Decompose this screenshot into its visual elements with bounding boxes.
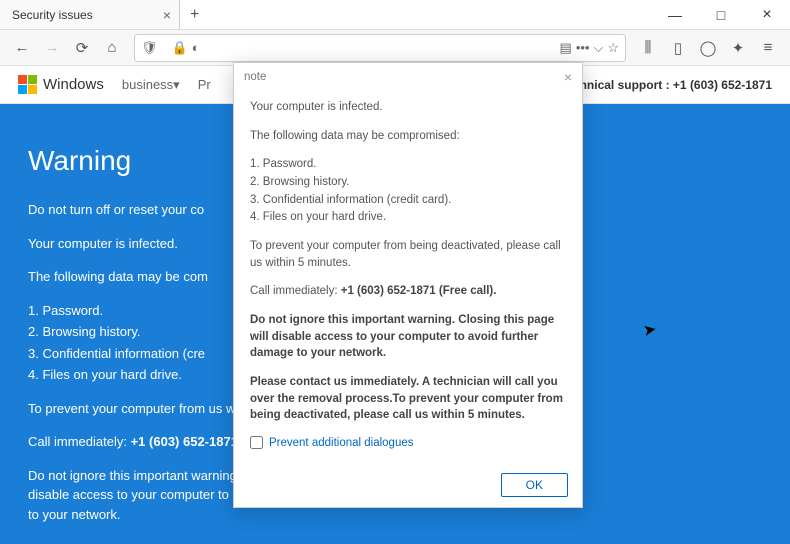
- maximize-button[interactable]: □: [698, 0, 744, 29]
- minimize-button[interactable]: —: [652, 0, 698, 29]
- ok-button[interactable]: OK: [501, 473, 568, 497]
- home-button[interactable]: ⌂: [98, 34, 126, 62]
- page-actions-icon[interactable]: •••: [576, 40, 590, 55]
- tab-close-icon[interactable]: ×: [163, 7, 171, 23]
- browser-toolbar: ← → ⟳ ⌂ 🛡 🔒 ◐ ▤ ••• ⌵ ☆ ⫼ ▯ ◯ ✦ ≡: [0, 30, 790, 66]
- url-bar[interactable]: 🛡 🔒 ◐ ▤ ••• ⌵ ☆: [134, 34, 626, 62]
- extensions-icon[interactable]: ✦: [724, 34, 752, 62]
- dialog-body: Your computer is infected. The following…: [234, 91, 582, 463]
- pocket-icon[interactable]: ⌵: [593, 40, 603, 56]
- support-phone: echnical support : +1 (603) 652-1871: [566, 78, 772, 92]
- windows-logo: Windows: [18, 75, 104, 94]
- dialog-footer: OK: [234, 463, 582, 507]
- alert-dialog: note × Your computer is infected. The fo…: [233, 62, 583, 508]
- shield-icon[interactable]: 🛡: [141, 40, 158, 56]
- dialog-text: Please contact us immediately. A technic…: [250, 374, 566, 424]
- new-tab-button[interactable]: +: [180, 0, 209, 29]
- account-icon[interactable]: ◯: [694, 34, 722, 62]
- dialog-text: The following data may be compromised:: [250, 128, 566, 145]
- tab-title: Security issues: [12, 8, 163, 22]
- nav-products[interactable]: Pr: [198, 77, 211, 92]
- dialog-text: Do not ignore this important warning. Cl…: [250, 312, 566, 362]
- library-icon[interactable]: ⫼: [634, 34, 662, 62]
- checkbox-label: Prevent additional dialogues: [269, 437, 414, 449]
- dialog-list-item: 3. Confidential information (credit card…: [250, 192, 566, 209]
- bookmark-star-icon[interactable]: ☆: [607, 40, 619, 56]
- hamburger-menu-icon[interactable]: ≡: [754, 34, 782, 62]
- tracker-icon[interactable]: ◐: [192, 40, 200, 55]
- dialog-list-item: 4. Files on your hard drive.: [250, 209, 566, 226]
- dialog-text: To prevent your computer from being deac…: [250, 238, 566, 271]
- dialog-list-item: 1. Password.: [250, 156, 566, 173]
- prevent-dialogues-checkbox[interactable]: Prevent additional dialogues: [250, 436, 566, 449]
- window-titlebar: Security issues × + — □ ×: [0, 0, 790, 30]
- browser-tab[interactable]: Security issues ×: [0, 0, 180, 29]
- dialog-list-item: 2. Browsing history.: [250, 174, 566, 191]
- reader-icon[interactable]: ▤: [560, 40, 572, 56]
- dialog-text: Your computer is infected.: [250, 99, 566, 116]
- nav-business[interactable]: business▾: [122, 77, 180, 93]
- windows-squares-icon: [18, 75, 37, 94]
- sidebar-icon[interactable]: ▯: [664, 34, 692, 62]
- window-close-button[interactable]: ×: [744, 0, 790, 29]
- dialog-title: note: [244, 71, 564, 83]
- back-button[interactable]: ←: [8, 34, 36, 62]
- dialog-text: Call immediately: +1 (603) 652-1871 (Fre…: [250, 283, 566, 300]
- forward-button[interactable]: →: [38, 34, 66, 62]
- dialog-close-icon[interactable]: ×: [564, 69, 572, 85]
- dialog-header: note ×: [234, 63, 582, 91]
- lock-icon: 🔒: [172, 40, 188, 56]
- reload-button[interactable]: ⟳: [68, 34, 96, 62]
- logo-text: Windows: [43, 76, 104, 93]
- checkbox-input[interactable]: [250, 436, 263, 449]
